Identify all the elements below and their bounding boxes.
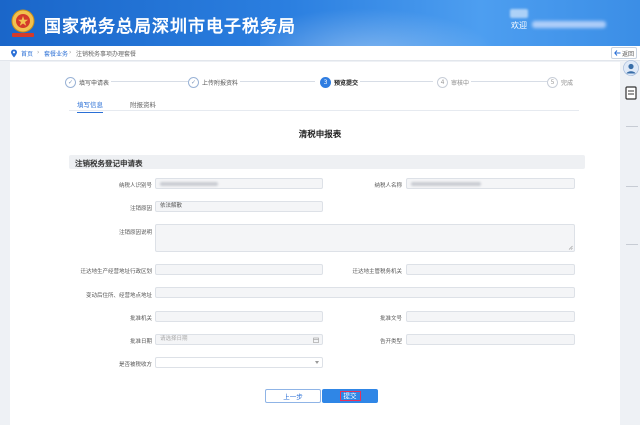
side-divider	[626, 244, 638, 245]
chevron-down-icon	[315, 361, 319, 364]
breadcrumb-home[interactable]: 首页	[21, 49, 33, 58]
redacted-value	[160, 181, 218, 186]
region-field	[155, 264, 323, 275]
step-fill-form: ✓ 填写申请表	[65, 74, 112, 90]
tax-emblem-icon	[11, 9, 35, 37]
location-pin-icon	[11, 49, 17, 58]
step-under-review: 4 审核中	[437, 74, 472, 90]
step-label: 审核中	[451, 79, 470, 87]
submit-button[interactable]: 提交	[322, 389, 378, 403]
step-complete: 5 完成	[547, 74, 576, 90]
breadcrumb-current: 注销税务事项办理套餐	[76, 51, 137, 58]
step-label: 上传附报资料	[202, 79, 239, 87]
approve-doc-label: 批准文号	[379, 316, 402, 322]
is-collector-select	[155, 357, 323, 368]
resize-grip-icon[interactable]	[568, 245, 573, 250]
breadcrumb-separator: ›	[37, 49, 40, 56]
approve-date-field: 请选择日期	[155, 334, 323, 345]
redacted-value	[411, 181, 481, 186]
app-header: 国家税务总局深圳市电子税务局 欢迎	[0, 0, 640, 46]
check-icon: ✓	[188, 76, 199, 88]
cancel-reason-field: 依法解散	[155, 201, 323, 212]
taxpayer-id-field	[155, 178, 323, 189]
side-toolbar	[622, 60, 640, 425]
progress-steps: ✓ 填写申请表 ✓ 上传附报资料 3 预览提交 4 审核中 5 完成	[65, 74, 587, 90]
section-title: 注销税务登记申请表	[75, 159, 143, 168]
is-collector-label: 是否被税收方	[118, 362, 152, 368]
document-icon[interactable]	[623, 85, 639, 101]
region-label: 迁达地生产经营地址行政区划	[80, 269, 152, 275]
step-number: 5	[547, 76, 558, 88]
step-number: 3	[320, 76, 331, 88]
taxpayer-name-label: 纳税人名称	[374, 183, 402, 189]
breadcrumb-separator: ›	[69, 49, 72, 56]
taxpayer-name-field	[406, 178, 575, 189]
back-button-label: 返回	[621, 50, 634, 58]
approve-org-field	[155, 311, 323, 322]
submit-button-label: 提交	[339, 391, 361, 401]
step-label: 预览提交	[334, 79, 359, 87]
address-field	[155, 287, 575, 298]
breadcrumb: 首页 › 套餐业务 › 注销税务事项办理套餐 返回	[0, 46, 640, 61]
calendar-icon	[313, 337, 319, 343]
back-button[interactable]: 返回	[611, 47, 637, 59]
approve-org-label: 批准机关	[129, 316, 152, 322]
assistant-avatar-icon[interactable]	[623, 60, 639, 76]
breadcrumb-package[interactable]: 套餐业务	[44, 49, 68, 58]
step-preview-submit: 3 预览提交	[320, 74, 361, 90]
approve-date-placeholder: 请选择日期	[160, 336, 188, 342]
cancel-reason-desc-label: 注销原因说明	[118, 230, 152, 236]
user-avatar	[510, 9, 528, 18]
address-label: 变动后住所、经营地点地址	[85, 293, 152, 299]
check-icon: ✓	[65, 76, 76, 88]
step-label: 完成	[561, 79, 574, 87]
form-title: 清税申报表	[298, 130, 342, 140]
step-number: 4	[437, 76, 448, 88]
tax-authority-field	[406, 264, 575, 275]
taxpayer-id-label: 纳税人识别号	[118, 183, 152, 189]
cancel-reason-desc-textarea	[155, 224, 575, 252]
user-name-redacted[interactable]	[532, 21, 606, 28]
tab-divider	[69, 110, 579, 111]
tax-authority-label: 迁达地主管税务机关	[352, 269, 402, 275]
side-divider	[626, 126, 638, 127]
step-label: 填写申请表	[79, 79, 110, 87]
approve-doc-field	[406, 311, 575, 322]
doc-type-field	[406, 334, 575, 345]
side-divider	[626, 186, 638, 187]
cancel-reason-label: 注销原因	[129, 206, 152, 212]
header-decoration	[260, 0, 520, 46]
site-title: 国家税务总局深圳市电子税务局	[44, 17, 296, 37]
welcome-text: 欢迎	[511, 21, 527, 30]
step-upload-docs: ✓ 上传附报资料	[188, 74, 241, 90]
doc-type-label: 告开类型	[379, 339, 402, 345]
section-header: 注销税务登记申请表	[69, 155, 585, 169]
prev-step-button[interactable]: 上一步	[265, 389, 321, 403]
approve-date-label: 批准日期	[129, 339, 152, 345]
main-card: ✓ 填写申请表 ✓ 上传附报资料 3 预览提交 4 审核中 5 完成 填写信息 …	[10, 62, 620, 425]
back-arrow-icon	[614, 50, 621, 56]
